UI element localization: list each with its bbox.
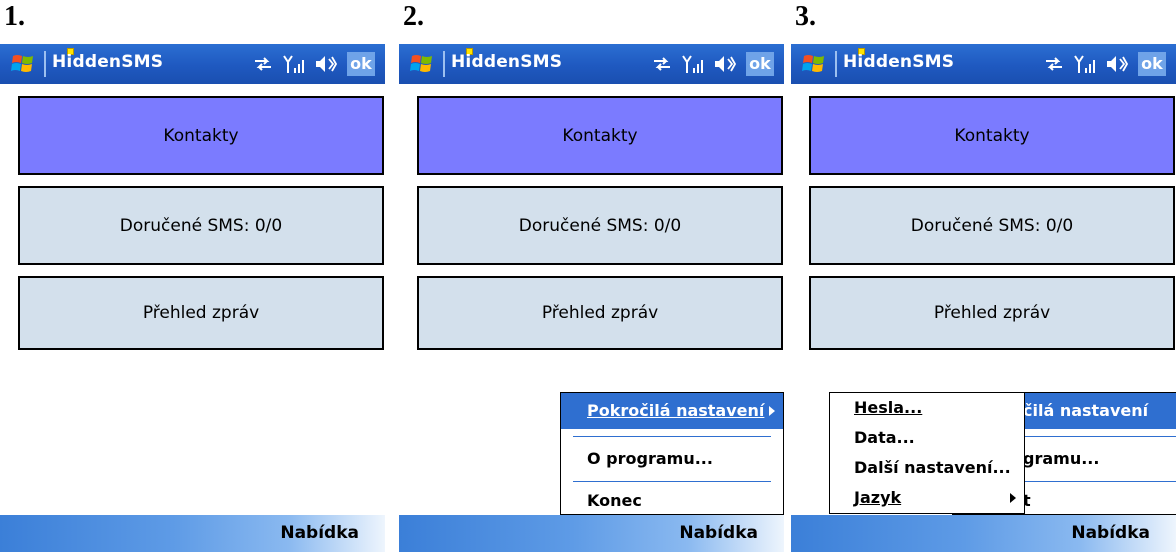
system-tray: ok [652, 52, 774, 76]
sync-arrows-icon[interactable] [652, 55, 672, 73]
signal-icon[interactable] [1074, 54, 1096, 74]
messages-overview-button[interactable]: Přehled zpráv [417, 276, 783, 350]
system-tray: ok [1044, 52, 1166, 76]
ok-button[interactable]: ok [347, 52, 375, 76]
menu-item-label: gramu... [1023, 449, 1100, 468]
sync-arrows-icon[interactable] [253, 55, 273, 73]
speaker-icon[interactable] [714, 54, 736, 74]
title-separator [443, 51, 445, 77]
menu-softkey[interactable]: Nabídka [280, 515, 359, 552]
signal-icon[interactable] [283, 54, 305, 74]
popup-menu: Pokročilá nastavení O programu... Konec [560, 392, 784, 515]
kontakty-button[interactable]: Kontakty [417, 96, 783, 175]
submenu-item-other-settings[interactable]: Další nastavení... [830, 453, 1024, 483]
messages-overview-button[interactable]: Přehled zpráv [809, 276, 1175, 350]
received-sms-button[interactable]: Doručené SMS: 0/0 [809, 186, 1175, 265]
speaker-icon[interactable] [1106, 54, 1128, 74]
received-sms-button[interactable]: Doručené SMS: 0/0 [417, 186, 783, 265]
menu-item-label: O programu... [587, 449, 713, 468]
menu-item-about[interactable]: O programu... [561, 441, 783, 477]
screenshot-panel-3: 3. HiddenSMS ok Kontakty Doručené SMS: 0… [791, 0, 1176, 552]
title-bar: HiddenSMS ok [0, 44, 385, 84]
submenu: Hesla... Data... Další nastavení... Jazy… [829, 392, 1025, 514]
step-number: 3. [795, 1, 816, 32]
bottom-softkey-bar: Nabídka [0, 515, 385, 552]
submenu-item-label: Jazyk [854, 488, 902, 507]
menu-item-exit[interactable]: Konec [561, 483, 783, 519]
menu-item-label: Konec [587, 491, 642, 510]
bottom-softkey-bar: Nabídka [791, 515, 1176, 552]
app-title: HiddenSMS [52, 52, 164, 72]
step-number: 2. [403, 1, 424, 32]
windows-start-icon[interactable] [409, 52, 437, 76]
app-title: HiddenSMS [843, 52, 955, 72]
signal-icon[interactable] [682, 54, 704, 74]
submenu-item-data[interactable]: Data... [830, 423, 1024, 453]
menu-item-label: čilá nastavení [1023, 401, 1149, 420]
app-title: HiddenSMS [451, 52, 563, 72]
speaker-icon[interactable] [315, 54, 337, 74]
system-tray: ok [253, 52, 375, 76]
title-separator [835, 51, 837, 77]
menu-softkey[interactable]: Nabídka [1071, 515, 1150, 552]
ok-button[interactable]: ok [1138, 52, 1166, 76]
bottom-softkey-bar: Nabídka [399, 515, 784, 552]
submenu-item-language[interactable]: Jazyk [830, 483, 1024, 513]
submenu-arrow-icon [1010, 493, 1016, 503]
menu-item-label: Pokročilá nastavení [587, 401, 765, 420]
submenu-item-label: Další nastavení... [854, 458, 1011, 477]
menu-separator [573, 481, 771, 482]
submenu-arrow-icon [769, 406, 775, 416]
menu-softkey[interactable]: Nabídka [679, 515, 758, 552]
received-sms-button[interactable]: Doručené SMS: 0/0 [18, 186, 384, 265]
menu-item-advanced-settings[interactable]: Pokročilá nastavení [561, 393, 783, 429]
windows-start-icon[interactable] [10, 52, 38, 76]
menu-separator [573, 436, 771, 437]
submenu-item-label: Data... [854, 428, 915, 447]
title-bar: HiddenSMS ok [399, 44, 784, 84]
title-separator [44, 51, 46, 77]
ok-button[interactable]: ok [746, 52, 774, 76]
kontakty-button[interactable]: Kontakty [809, 96, 1175, 175]
sync-arrows-icon[interactable] [1044, 55, 1064, 73]
screenshot-panel-1: 1. HiddenSMS ok Kontakty Doručené SMS: 0… [0, 0, 385, 552]
windows-start-icon[interactable] [801, 52, 829, 76]
messages-overview-button[interactable]: Přehled zpráv [18, 276, 384, 350]
screenshot-panel-2: 2. HiddenSMS ok Kontakty Doručené SMS: 0… [399, 0, 784, 552]
title-bar: HiddenSMS ok [791, 44, 1176, 84]
kontakty-button[interactable]: Kontakty [18, 96, 384, 175]
submenu-item-label: Hesla... [854, 398, 923, 417]
step-number: 1. [4, 1, 25, 32]
submenu-item-passwords[interactable]: Hesla... [830, 393, 1024, 423]
